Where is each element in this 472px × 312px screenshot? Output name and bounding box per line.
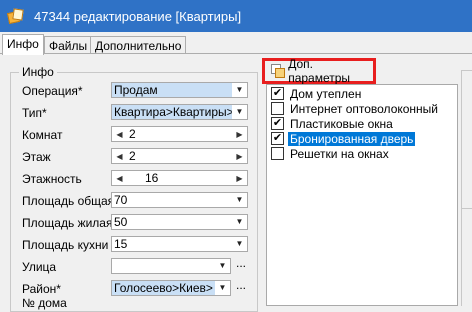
- spin-left-icon[interactable]: ◀: [112, 171, 127, 185]
- list-item-label: Решетки на окнах: [290, 146, 389, 161]
- area-living-label: Площадь жилая: [22, 216, 113, 230]
- checkbox-unchecked-icon[interactable]: [271, 147, 284, 160]
- list-item-label-selected: Бронированная дверь: [288, 131, 416, 146]
- area-total-combo[interactable]: 70 ▼: [111, 192, 248, 208]
- area-living-combo[interactable]: 50 ▼: [111, 214, 248, 230]
- chevron-down-icon[interactable]: ▼: [215, 259, 230, 273]
- area-kitchen-value: 15: [114, 237, 128, 251]
- params-icon: [271, 64, 285, 78]
- area-kitchen-label: Площадь кухни: [22, 238, 109, 252]
- checkbox-unchecked-icon[interactable]: [271, 102, 284, 115]
- checkbox-checked-icon[interactable]: ✔: [271, 132, 284, 145]
- rooms-value: 2: [129, 127, 136, 141]
- spin-left-icon[interactable]: ◀: [112, 127, 127, 141]
- floors-label: Этажность: [22, 172, 82, 186]
- list-item-label: Интернет оптоволоконный: [290, 101, 439, 116]
- list-item[interactable]: ✔ Бронированная дверь: [269, 131, 457, 146]
- window-titlebar: 47344 редактирование [Квартиры]: [0, 0, 472, 32]
- street-value: [112, 259, 215, 273]
- area-total-label: Площадь общая: [22, 194, 115, 208]
- tab-additional[interactable]: Дополнительно: [90, 36, 187, 54]
- type-label: Тип*: [22, 106, 47, 120]
- info-group-title: Инфо: [19, 65, 57, 79]
- divider: [461, 208, 472, 209]
- spin-left-icon[interactable]: ◀: [112, 149, 127, 163]
- window-title: 47344 редактирование [Квартиры]: [34, 8, 242, 24]
- list-item[interactable]: ✔ Дом утеплен: [269, 86, 457, 101]
- floor-stepper[interactable]: ◀ 2 ▶: [111, 148, 248, 164]
- operation-value: Продам: [112, 83, 232, 97]
- chevron-down-icon[interactable]: ▼: [232, 105, 247, 119]
- rooms-label: Комнат: [22, 128, 63, 142]
- district-combo[interactable]: Голосеево>Киев> ▼: [111, 280, 231, 296]
- district-browse-button[interactable]: ...: [236, 278, 246, 292]
- rooms-stepper[interactable]: ◀ 2 ▶: [111, 126, 248, 142]
- extra-params-checklist[interactable]: ✔ Дом утеплен Интернет оптоволоконный ✔ …: [266, 84, 458, 306]
- chevron-down-icon[interactable]: ▼: [232, 237, 247, 251]
- list-item-label: Пластиковые окна: [290, 116, 393, 131]
- floor-value: 2: [129, 149, 136, 163]
- area-total-value: 70: [114, 193, 128, 207]
- type-value: Квартира>Квартиры>: [112, 105, 234, 119]
- list-item[interactable]: Решетки на окнах: [269, 146, 457, 161]
- type-combo[interactable]: Квартира>Квартиры> ▼: [111, 104, 248, 120]
- tab-strip: Инфо Файлы Дополнительно: [0, 34, 472, 55]
- floor-label: Этаж: [22, 150, 51, 164]
- street-label: Улица: [22, 260, 57, 274]
- district-value: Голосеево>Киев>: [112, 281, 215, 295]
- tab-info[interactable]: Инфо: [2, 34, 44, 55]
- floors-stepper[interactable]: ◀ 16 ▶: [111, 170, 248, 186]
- chevron-down-icon[interactable]: ▼: [232, 215, 247, 229]
- list-item[interactable]: Интернет оптоволоконный: [269, 101, 457, 116]
- street-combo[interactable]: ▼: [111, 258, 231, 274]
- spin-right-icon[interactable]: ▶: [232, 149, 247, 163]
- operation-combo[interactable]: Продам ▼: [111, 82, 248, 98]
- area-kitchen-combo[interactable]: 15 ▼: [111, 236, 248, 252]
- street-browse-button[interactable]: ...: [236, 256, 246, 270]
- partial-group-edge: [461, 70, 472, 306]
- list-item[interactable]: ✔ Пластиковые окна: [269, 116, 457, 131]
- tab-files[interactable]: Файлы: [44, 36, 93, 54]
- list-item-label: Дом утеплен: [290, 86, 362, 101]
- chevron-down-icon[interactable]: ▼: [215, 281, 230, 295]
- area-living-value: 50: [114, 215, 128, 229]
- extra-params-label: Доп. параметры: [288, 57, 351, 85]
- operation-label: Операция*: [22, 84, 83, 98]
- chevron-down-icon[interactable]: ▼: [232, 83, 247, 97]
- checkbox-checked-icon[interactable]: ✔: [271, 87, 284, 100]
- floors-value: 16: [145, 171, 159, 185]
- house-no-label: № дома: [22, 296, 67, 310]
- extra-params-header[interactable]: Доп. параметры: [262, 57, 376, 85]
- spin-right-icon[interactable]: ▶: [232, 127, 247, 141]
- app-icon: [6, 8, 24, 25]
- spin-right-icon[interactable]: ▶: [232, 171, 247, 185]
- checkbox-checked-icon[interactable]: ✔: [271, 117, 284, 130]
- chevron-down-icon[interactable]: ▼: [232, 193, 247, 207]
- district-label: Район*: [22, 282, 61, 296]
